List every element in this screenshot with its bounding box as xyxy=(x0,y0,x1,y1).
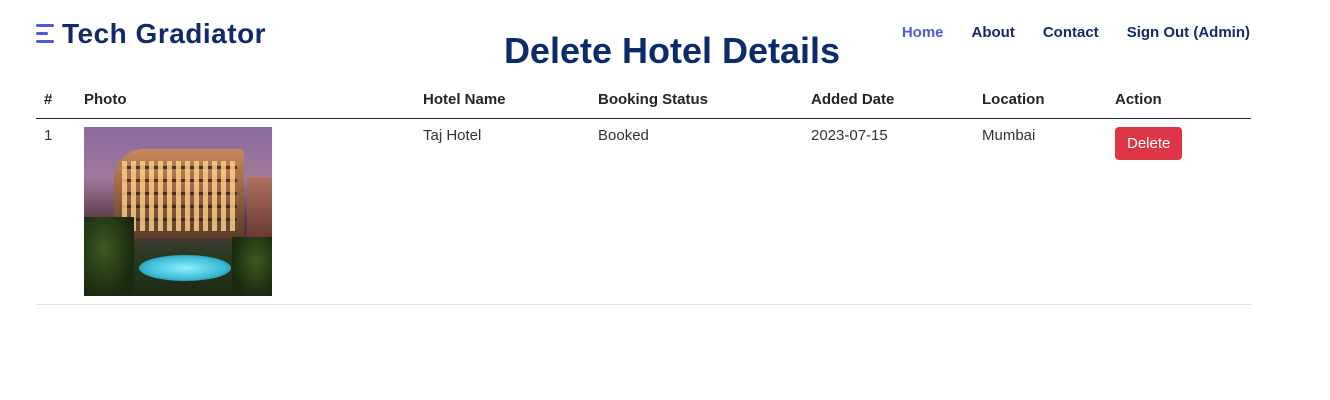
table-row: 1 Taj Hotel Booked 2023-07-15 Mumbai Del… xyxy=(36,118,1251,305)
hotel-table: # Photo Hotel Name Booking Status Added … xyxy=(36,82,1251,305)
column-header-hotel-name: Hotel Name xyxy=(415,82,590,119)
column-header-action: Action xyxy=(1107,82,1251,119)
delete-button[interactable]: Delete xyxy=(1115,126,1183,160)
location: Mumbai xyxy=(974,118,1107,305)
booking-status: Booked xyxy=(590,118,803,305)
column-header-number: # xyxy=(36,82,76,119)
column-header-photo: Photo xyxy=(76,82,415,119)
hotel-photo xyxy=(84,126,272,296)
page-title: Delete Hotel Details xyxy=(503,30,841,71)
column-header-location: Location xyxy=(974,82,1107,119)
hotel-table-container: # Photo Hotel Name Booking Status Added … xyxy=(36,82,1251,305)
column-header-booking-status: Booking Status xyxy=(590,82,803,119)
photo-cell xyxy=(76,118,415,305)
added-date: 2023-07-15 xyxy=(803,118,974,305)
column-header-added-date: Added Date xyxy=(803,82,974,119)
table-header-row: # Photo Hotel Name Booking Status Added … xyxy=(36,82,1251,119)
action-cell: Delete xyxy=(1107,118,1251,305)
hotel-name: Taj Hotel xyxy=(415,118,590,305)
row-number: 1 xyxy=(36,118,76,305)
